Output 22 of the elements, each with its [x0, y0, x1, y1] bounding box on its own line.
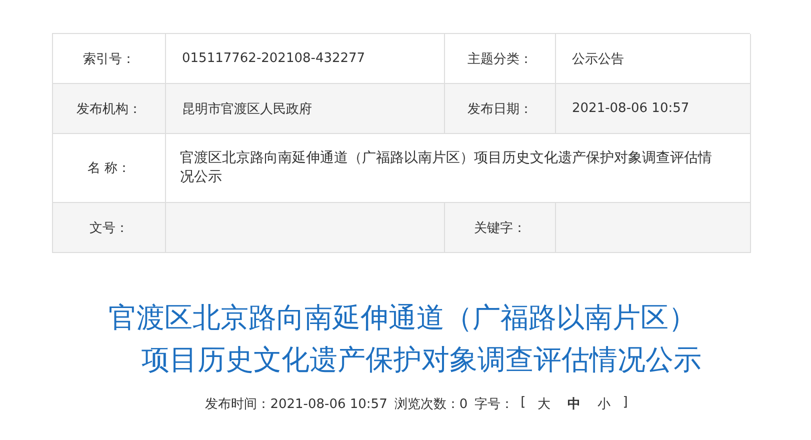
bracket: [	[520, 395, 526, 412]
field-value: 公示公告	[556, 34, 751, 84]
field-label: 发布日期：	[445, 84, 556, 134]
bracket: ]	[622, 395, 628, 412]
article-title: 官渡区北京路向南延伸通道（广福路以南片区）	[108, 300, 696, 336]
field-value: 官渡区北京路向南延伸通道（广福路以南片区）项目历史文化遗产保护对象调查评估情况公示	[166, 134, 751, 203]
field-label: 关键字：	[445, 203, 556, 253]
field-label: 发布机构：	[53, 84, 166, 134]
field-value: 015117762-202108-432277	[166, 34, 445, 84]
view-count: 浏览次数：0	[394, 396, 468, 413]
article-title: 项目历史文化遗产保护对象调查评估情况公示	[142, 342, 702, 378]
field-value: 昆明市官渡区人民政府	[166, 84, 445, 134]
field-label: 索引号：	[53, 34, 166, 84]
field-label: 主题分类：	[445, 34, 556, 84]
publish-time: 发布时间：2021-08-06 10:57	[205, 396, 388, 413]
field-label: 文号：	[53, 203, 166, 253]
font-size-link[interactable]: 大	[532, 395, 556, 413]
field-label: 名 称：	[53, 134, 166, 203]
font-size-link[interactable]: 中	[562, 395, 586, 413]
font-size-link[interactable]: 小	[592, 395, 616, 413]
font-size-label: 字号：	[474, 396, 514, 413]
field-value: 2021-08-06 10:57	[556, 84, 751, 134]
